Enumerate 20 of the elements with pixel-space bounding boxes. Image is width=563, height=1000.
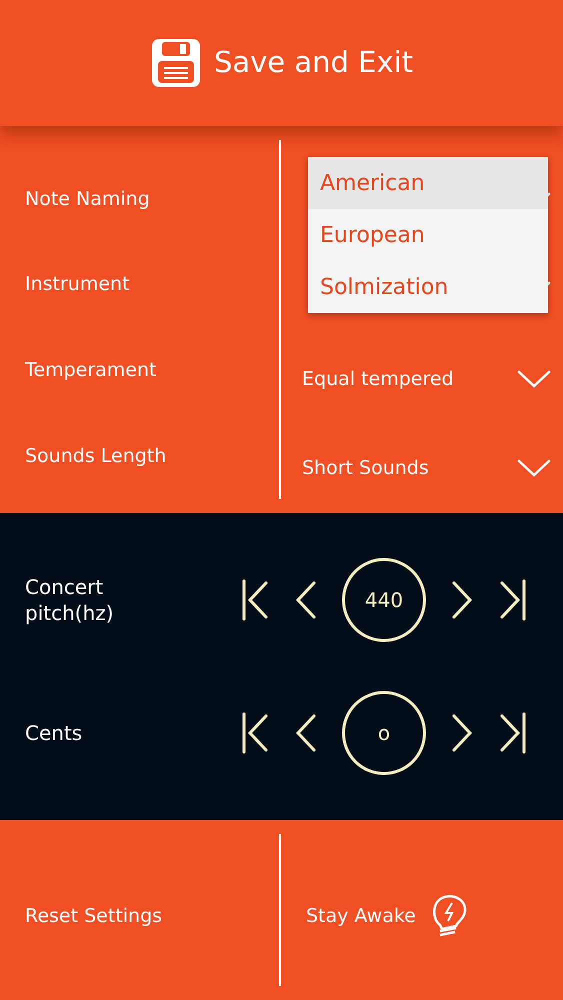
setting-label: Note Naming	[25, 186, 150, 212]
dropdown-option[interactable]: American	[308, 157, 548, 209]
setting-select[interactable]: Equal tempered	[281, 334, 563, 424]
dropdown-option[interactable]: Solmization	[308, 261, 548, 313]
reset-settings-button[interactable]: Reset Settings	[25, 902, 162, 930]
setting-select[interactable]: Short Sounds	[281, 424, 563, 513]
skip-to-end-icon[interactable]	[498, 578, 528, 621]
setting-label: Sounds Length	[25, 444, 166, 469]
save-and-exit-button[interactable]: Save and Exit	[0, 0, 563, 126]
stay-awake-button[interactable]: Stay Awake	[306, 893, 468, 939]
dropdown-option[interactable]: European	[308, 209, 548, 261]
setting-label: Temperament	[25, 358, 156, 384]
skip-to-end-icon[interactable]	[498, 712, 528, 754]
chevron-down-icon	[517, 458, 551, 478]
skip-to-start-icon[interactable]	[240, 712, 270, 754]
setting-label: Instrument	[25, 272, 130, 298]
stepper-label: Cents	[24, 720, 84, 746]
skip-to-start-icon[interactable]	[240, 578, 270, 621]
stepper-label: Concert pitch(hz)	[24, 574, 115, 626]
chevron-down-icon	[517, 369, 551, 390]
